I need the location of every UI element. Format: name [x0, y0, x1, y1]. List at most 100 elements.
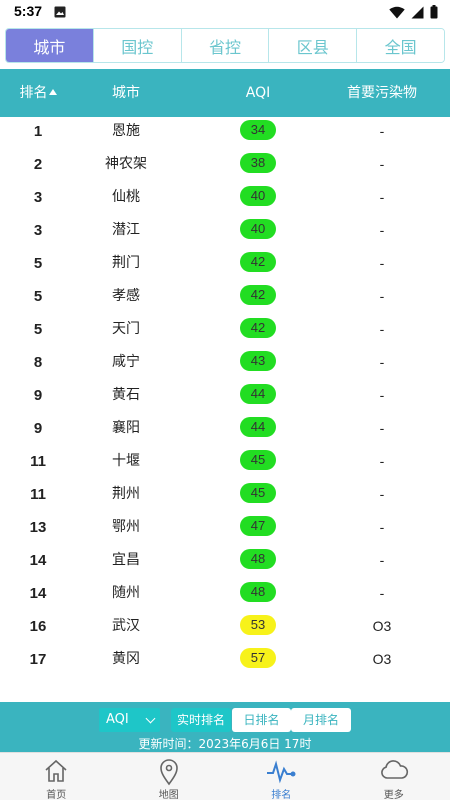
nav-ranking[interactable]: 排名 [225, 753, 338, 800]
table-row[interactable]: 5 荆门 42 - [0, 249, 450, 282]
metric-select[interactable]: AQI [99, 708, 160, 732]
aqi-badge: 40 [240, 219, 276, 239]
aqi-badge: 34 [240, 120, 276, 140]
row-aqi-cell: 34 [208, 117, 308, 150]
row-city: 武汉 [112, 618, 140, 634]
row-aqi-cell: 57 [208, 645, 308, 678]
row-pollutant: - [379, 453, 385, 469]
header-primary-pollutant: 首要污染物 [347, 85, 417, 101]
table-row[interactable]: 17 黄冈 57 O3 [0, 645, 450, 678]
row-aqi-cell: 47 [208, 513, 308, 546]
table-row[interactable]: 3 仙桃 40 - [0, 183, 450, 216]
row-rank: 16 [29, 618, 47, 635]
row-city: 襄阳 [112, 420, 140, 436]
row-city: 鄂州 [112, 519, 140, 535]
row-pollutant: - [379, 189, 385, 205]
daily-ranking-button[interactable]: 日排名 [232, 708, 291, 732]
row-pollutant: - [379, 288, 385, 304]
row-rank: 14 [29, 585, 47, 602]
status-time: 5:37 [14, 3, 43, 19]
row-city: 潜江 [112, 222, 140, 238]
row-city: 咸宁 [112, 354, 140, 370]
row-city: 黄石 [112, 387, 140, 403]
aqi-badge: 42 [240, 318, 276, 338]
table-row[interactable]: 1 恩施 34 - [0, 117, 450, 150]
tab-national-control[interactable]: 国控 [93, 29, 182, 62]
table-row[interactable]: 9 黄石 44 - [0, 381, 450, 414]
status-bar: 5:37 [0, 0, 450, 24]
row-pollutant: - [379, 255, 385, 271]
row-pollutant: - [379, 519, 385, 535]
row-pollutant: O3 [372, 651, 392, 667]
monthly-ranking-button[interactable]: 月排名 [291, 708, 351, 732]
nav-map[interactable]: 地图 [113, 753, 226, 800]
nav-home[interactable]: 首页 [0, 753, 113, 800]
table-row[interactable]: 11 荆州 45 - [0, 480, 450, 513]
row-city: 荆门 [112, 255, 140, 271]
table-row[interactable]: 11 十堰 45 - [0, 447, 450, 480]
table-row[interactable]: 2 神农架 38 - [0, 150, 450, 183]
ranking-controls: AQI 实时排名 日排名 月排名 更新时间：2023年6月6日 17时 [0, 702, 450, 752]
row-pollutant: - [379, 354, 385, 370]
realtime-ranking-button[interactable]: 实时排名 [171, 708, 231, 732]
row-pollutant: - [379, 387, 385, 403]
table-row[interactable]: 14 随州 48 - [0, 579, 450, 612]
table-row[interactable]: 16 武汉 53 O3 [0, 612, 450, 645]
row-rank: 8 [33, 354, 43, 371]
row-aqi-cell: 40 [208, 183, 308, 216]
row-rank: 5 [33, 321, 43, 338]
row-aqi-cell: 44 [208, 381, 308, 414]
row-aqi-cell: 43 [208, 348, 308, 381]
cloud-icon [380, 760, 408, 779]
row-aqi-cell: 42 [208, 249, 308, 282]
row-rank: 14 [29, 552, 47, 569]
tab-nationwide[interactable]: 全国 [357, 29, 444, 62]
aqi-badge: 42 [240, 285, 276, 305]
table-row[interactable]: 13 鄂州 47 - [0, 513, 450, 546]
header-rank[interactable]: 排名 [0, 69, 76, 117]
aqi-badge: 57 [240, 648, 276, 668]
row-rank: 11 [30, 453, 46, 470]
row-aqi-cell: 40 [208, 216, 308, 249]
tab-city[interactable]: 城市 [6, 29, 94, 62]
row-aqi-cell: 38 [208, 150, 308, 183]
ranking-table-body: 1 恩施 34 - 2 神农架 38 - 3 仙桃 40 - 3 潜江 40 - 5 荆门 42 - 5 孝感 42 - 5 天门… [0, 117, 450, 678]
header-rank-label: 排名 [19, 85, 48, 101]
table-row[interactable]: 5 孝感 42 - [0, 282, 450, 315]
row-city: 恩施 [112, 123, 140, 139]
row-aqi-cell: 45 [208, 447, 308, 480]
wifi-icon [389, 6, 405, 18]
table-row[interactable]: 5 天门 42 - [0, 315, 450, 348]
row-city: 宜昌 [112, 552, 140, 568]
aqi-badge: 45 [240, 483, 276, 503]
row-pollutant: - [379, 420, 385, 436]
signal-icon [411, 6, 424, 18]
row-city: 神农架 [105, 156, 147, 172]
table-row[interactable]: 14 宜昌 48 - [0, 546, 450, 579]
row-pollutant: - [379, 486, 385, 502]
row-pollutant: - [379, 552, 385, 568]
row-pollutant: - [379, 585, 385, 601]
tab-provincial-control[interactable]: 省控 [181, 29, 270, 62]
row-pollutant: - [379, 156, 385, 172]
nav-more[interactable]: 更多 [338, 753, 450, 800]
sort-ascending-icon [48, 89, 57, 95]
map-pin-icon [159, 759, 178, 786]
row-aqi-cell: 53 [208, 612, 308, 645]
table-row[interactable]: 8 咸宁 43 - [0, 348, 450, 381]
battery-icon [430, 5, 438, 19]
aqi-badge: 53 [240, 615, 276, 635]
category-tabs: 城市 国控 省控 区县 全国 [5, 28, 445, 63]
aqi-badge: 38 [240, 153, 276, 173]
tab-district[interactable]: 区县 [269, 29, 358, 62]
nav-map-label: 地图 [158, 790, 179, 800]
row-rank: 1 [33, 123, 43, 140]
table-row[interactable]: 3 潜江 40 - [0, 216, 450, 249]
gallery-notification-icon [54, 6, 66, 18]
row-rank: 17 [29, 651, 47, 668]
table-row[interactable]: 9 襄阳 44 - [0, 414, 450, 447]
aqi-badge: 48 [240, 582, 276, 602]
row-pollutant: O3 [372, 618, 392, 634]
nav-home-label: 首页 [46, 790, 67, 800]
row-rank: 11 [30, 486, 46, 503]
